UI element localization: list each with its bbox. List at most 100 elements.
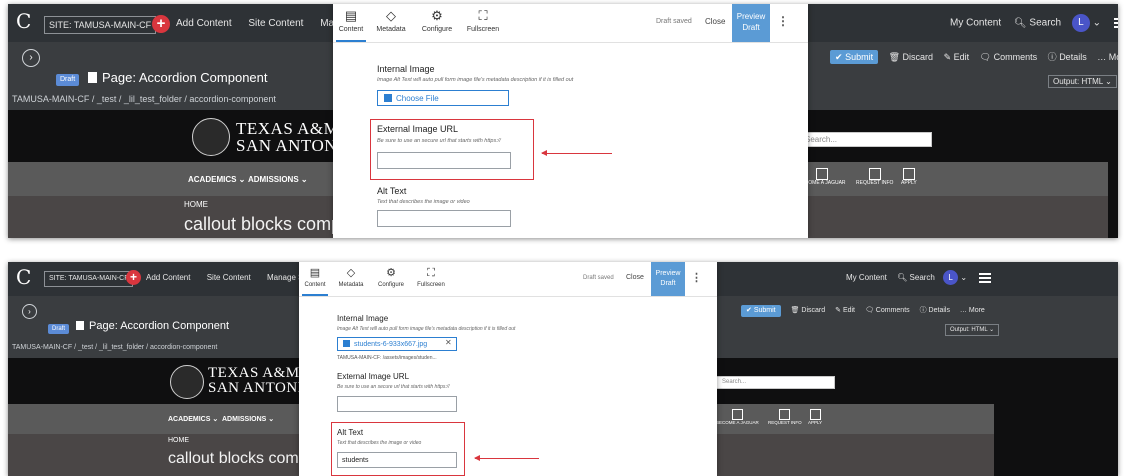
alt-text-help: Text that describes the image or video bbox=[337, 440, 422, 446]
tab-fullscreen[interactable]: ⛶ Fullscreen bbox=[463, 4, 503, 40]
page-title: Page: Accordion Component bbox=[76, 320, 229, 332]
site-content-link[interactable]: Site Content bbox=[248, 18, 303, 29]
details-button[interactable]: ⓘ Details bbox=[1048, 52, 1087, 62]
edit-button[interactable]: ✎ Edit bbox=[944, 52, 970, 62]
draft-status: Draft saved bbox=[656, 18, 692, 25]
comments-button[interactable]: 🗨︎ Comments bbox=[980, 52, 1037, 62]
search-link[interactable]: Search bbox=[1029, 18, 1061, 29]
my-content-link[interactable]: My Content bbox=[846, 273, 887, 282]
alt-text-input[interactable] bbox=[377, 210, 511, 227]
close-button[interactable]: Close bbox=[626, 274, 644, 281]
quick-link-become-jaguar[interactable]: BECOME A JAGUAR bbox=[716, 409, 759, 425]
image-file-icon bbox=[343, 340, 350, 347]
search-icon[interactable]: 🔍︎ bbox=[897, 273, 907, 282]
close-button[interactable]: Close bbox=[705, 17, 725, 26]
quick-link-apply[interactable]: APPLY bbox=[808, 409, 822, 425]
content-icon: ▤ bbox=[309, 267, 321, 279]
cascade-logo-icon[interactable]: C bbox=[16, 266, 38, 288]
content-icon: ▤ bbox=[344, 8, 358, 23]
draft-dropdown[interactable]: Draft bbox=[56, 74, 80, 86]
nav-academics[interactable]: ACADEMICS ⌄ bbox=[168, 415, 218, 423]
edit-panel: ▤ Content ◇ Metadata ⚙ Configure ⛶ Fullscree… bbox=[333, 4, 808, 238]
more-button[interactable]: … More bbox=[1097, 52, 1118, 62]
internal-image-label: Internal Image bbox=[337, 314, 389, 323]
remove-file-icon[interactable]: ✕ bbox=[445, 338, 452, 347]
chevron-down-icon[interactable]: ⌄ bbox=[1093, 18, 1101, 29]
nav-admissions[interactable]: ADMISSIONS ⌄ bbox=[248, 175, 308, 184]
details-button[interactable]: ⓘ Details bbox=[920, 307, 950, 314]
alt-text-input[interactable]: students bbox=[337, 452, 457, 468]
discard-button[interactable]: 🗑︎ Discard bbox=[889, 52, 933, 62]
external-image-url-input[interactable] bbox=[337, 396, 457, 412]
site-search-input[interactable]: Search... bbox=[716, 376, 835, 389]
my-content-link[interactable]: My Content bbox=[950, 18, 1001, 29]
preview-draft-button[interactable]: Preview Draft bbox=[651, 262, 685, 296]
output-selector[interactable]: Output: HTML ⌄ bbox=[1048, 75, 1117, 88]
building-icon bbox=[868, 168, 881, 180]
hamburger-menu-icon[interactable] bbox=[1113, 18, 1118, 28]
selected-file-path: TAMUSA-MAIN-CF: /assets/images/studen... bbox=[337, 355, 437, 361]
search-icon[interactable]: 🔍︎ bbox=[1014, 18, 1027, 29]
site-content-link[interactable]: Site Content bbox=[207, 273, 251, 282]
avatar[interactable]: L bbox=[1071, 14, 1090, 32]
tab-content[interactable]: ▤ Content bbox=[302, 262, 328, 296]
page-edge bbox=[1108, 110, 1118, 238]
expand-icon: ⛶ bbox=[427, 267, 435, 279]
internal-image-label: Internal Image bbox=[377, 64, 435, 74]
choose-file-button[interactable]: Choose File bbox=[377, 90, 509, 106]
nav-admissions[interactable]: ADMISSIONS ⌄ bbox=[222, 415, 274, 423]
tab-configure[interactable]: ⚙ Configure bbox=[373, 262, 409, 294]
cascade-logo-icon[interactable]: C bbox=[16, 10, 38, 32]
image-file-icon bbox=[384, 94, 392, 102]
add-content-icon[interactable]: + bbox=[126, 270, 141, 285]
hamburger-menu-icon[interactable] bbox=[979, 272, 992, 283]
tab-fullscreen[interactable]: ⛶ Fullscreen bbox=[413, 262, 449, 294]
avatar[interactable]: L bbox=[943, 270, 959, 286]
output-selector[interactable]: Output: HTML ⌄ bbox=[945, 324, 1000, 336]
edit-panel: ▤ Content ◇ Metadata ⚙ Configure ⛶ Fullscree… bbox=[299, 262, 717, 476]
info-icon: ⓘ bbox=[919, 307, 927, 314]
gear-icon: ⚙ bbox=[431, 8, 443, 23]
quick-link-request-info[interactable]: REQUEST INFO bbox=[856, 168, 893, 186]
tab-metadata[interactable]: ◇ Metadata bbox=[371, 4, 411, 40]
quick-link-request-info[interactable]: REQUEST INFO bbox=[768, 409, 802, 425]
quick-link-apply[interactable]: APPLY bbox=[901, 168, 917, 186]
page-edge bbox=[994, 358, 1118, 476]
draft-dropdown[interactable]: Draft bbox=[48, 324, 70, 334]
more-options-icon[interactable]: ⋮ bbox=[691, 271, 702, 284]
building-icon bbox=[779, 409, 791, 420]
submit-button[interactable]: ✔ Submit bbox=[741, 305, 781, 317]
hero-breadcrumb[interactable]: HOME bbox=[184, 200, 208, 209]
chevron-down-icon[interactable]: ⌄ bbox=[960, 273, 967, 282]
comments-button[interactable]: 🗨︎ Comments bbox=[865, 307, 910, 314]
hero-breadcrumb[interactable]: HOME bbox=[168, 437, 189, 444]
external-image-url-input[interactable] bbox=[377, 152, 511, 169]
pencil-icon: ✎ bbox=[835, 307, 841, 314]
site-search-input[interactable]: Search... bbox=[798, 132, 932, 147]
edit-button[interactable]: ✎ Edit bbox=[835, 307, 855, 314]
more-options-icon[interactable]: ⋮ bbox=[777, 14, 789, 28]
check-icon: ✔ bbox=[835, 52, 843, 62]
add-content-icon[interactable]: + bbox=[152, 15, 170, 33]
tab-content[interactable]: ▤ Content bbox=[336, 4, 366, 42]
jaguar-icon bbox=[731, 409, 743, 420]
site-selector[interactable]: SITE: TAMUSA-MAIN-CF bbox=[44, 16, 157, 34]
internal-image-help: Image Alt Text will auto pull form image… bbox=[377, 77, 574, 83]
site-selector[interactable]: SITE: TAMUSA-MAIN-CF bbox=[44, 271, 134, 287]
more-button[interactable]: … More bbox=[960, 307, 985, 314]
tab-configure[interactable]: ⚙ Configure bbox=[417, 4, 457, 40]
pencil-icon: ✎ bbox=[943, 52, 952, 62]
tab-metadata[interactable]: ◇ Metadata bbox=[333, 262, 369, 294]
discard-button[interactable]: 🗑︎ Discard bbox=[791, 307, 826, 314]
add-content-link[interactable]: Add Content bbox=[146, 273, 190, 282]
top-right: My Content 🔍︎ Search L ⌄ bbox=[846, 269, 992, 287]
jaguar-icon bbox=[815, 168, 828, 180]
expand-sidebar-icon[interactable]: › bbox=[22, 49, 40, 67]
expand-sidebar-icon[interactable]: › bbox=[22, 304, 37, 319]
preview-draft-button[interactable]: Preview Draft bbox=[732, 4, 770, 42]
search-link[interactable]: Search bbox=[910, 273, 935, 282]
add-content-link[interactable]: Add Content bbox=[176, 18, 232, 29]
nav-academics[interactable]: ACADEMICS ⌄ bbox=[188, 175, 245, 184]
selected-file-chip[interactable]: students-6-933x667.jpg bbox=[337, 337, 457, 351]
submit-button[interactable]: ✔ Submit bbox=[830, 50, 879, 64]
